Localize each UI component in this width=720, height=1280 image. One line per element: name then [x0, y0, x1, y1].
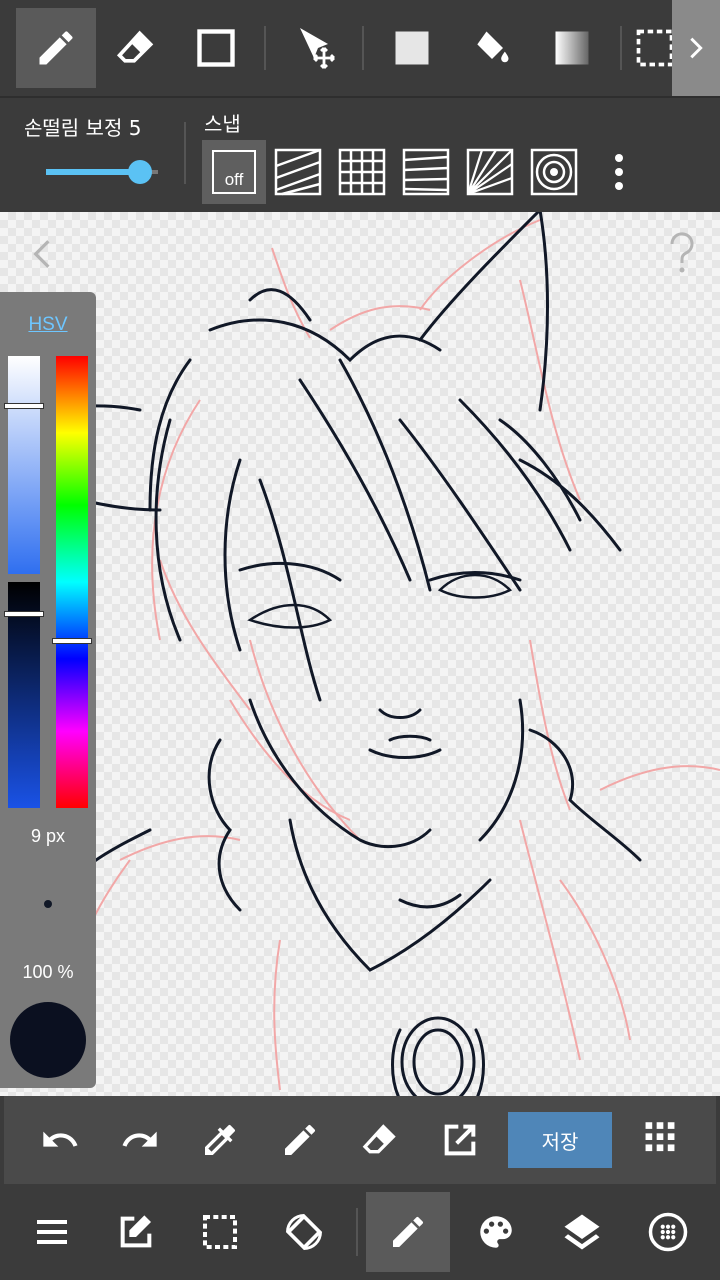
- pen-icon: [285, 1124, 315, 1155]
- action-bar: 저장: [4, 1096, 716, 1184]
- brightness-handle[interactable]: [4, 610, 44, 617]
- material-icon: [648, 1212, 688, 1252]
- saturation-slider[interactable]: [4, 356, 44, 574]
- snap-parallel-button[interactable]: [266, 140, 330, 204]
- rotate-icon: [285, 1213, 323, 1251]
- snap-grid-button[interactable]: [330, 140, 394, 204]
- toolbar-expand-button[interactable]: [672, 0, 720, 96]
- redo-button[interactable]: [112, 1112, 168, 1168]
- main-menu-button[interactable]: [10, 1192, 94, 1272]
- hue-slider[interactable]: [52, 356, 92, 808]
- square-outline-icon: [197, 29, 235, 67]
- snap-radial-button[interactable]: [458, 140, 522, 204]
- eraser-tool-button[interactable]: [96, 8, 176, 88]
- pen-tool-button[interactable]: [16, 8, 96, 88]
- export-button[interactable]: [432, 1112, 488, 1168]
- bottom-navigation: [0, 1184, 720, 1280]
- eraser-quick-button[interactable]: [352, 1112, 408, 1168]
- current-color-swatch[interactable]: [10, 1002, 86, 1078]
- selection-button[interactable]: [178, 1192, 262, 1272]
- eyedropper-icon: [205, 1125, 235, 1155]
- snap-circle-button[interactable]: [522, 140, 586, 204]
- rotate-canvas-button[interactable]: [262, 1192, 346, 1272]
- grid-menu-icon: [645, 1122, 675, 1152]
- stabilizer-slider-knob[interactable]: [127, 160, 152, 184]
- shape-tool-button[interactable]: [176, 8, 256, 88]
- stabilizer-slider[interactable]: [46, 160, 158, 184]
- save-button[interactable]: 저장: [508, 1112, 612, 1168]
- drawing-canvas[interactable]: [0, 212, 720, 1096]
- chevron-left-icon: [33, 240, 50, 268]
- layers-button[interactable]: [540, 1192, 624, 1272]
- hue-handle[interactable]: [52, 637, 92, 644]
- snap-label: 스냅: [204, 112, 241, 136]
- snap-off-button[interactable]: off: [202, 140, 266, 204]
- select-icon: [203, 1215, 237, 1249]
- brush-option-bar: 손떨림 보정 5 스냅 off: [0, 96, 720, 212]
- undo-button[interactable]: [32, 1112, 88, 1168]
- brush-icon: [393, 1216, 423, 1247]
- eraser-icon: [362, 1124, 396, 1154]
- eyedropper-button[interactable]: [192, 1112, 248, 1168]
- move-tool-button[interactable]: [276, 8, 356, 88]
- diagonal-lines-icon: [274, 148, 322, 196]
- dashed-select-icon: [636, 29, 674, 67]
- edit-button[interactable]: [94, 1192, 178, 1272]
- help-button[interactable]: [660, 230, 704, 278]
- bucket-tool-button[interactable]: [452, 8, 532, 88]
- brush-size-preview: [44, 900, 52, 908]
- tool-toolbar: [0, 0, 720, 96]
- export-icon: [444, 1124, 476, 1156]
- options-divider: [184, 122, 186, 184]
- chevron-right-icon: [690, 37, 703, 59]
- brush-size-label[interactable]: 9 px: [0, 826, 96, 847]
- color-mode-toggle[interactable]: HSV: [0, 314, 96, 336]
- more-vertical-icon: [615, 154, 623, 190]
- palette-button[interactable]: [454, 1192, 538, 1272]
- more-options-button[interactable]: [604, 148, 634, 196]
- concentric-circles-icon: [530, 148, 578, 196]
- redo-icon: [122, 1131, 157, 1147]
- gradient-icon: [555, 31, 589, 65]
- menu-icon: [37, 1220, 67, 1244]
- snap-off-text: off: [224, 170, 244, 189]
- question-icon: [670, 232, 694, 273]
- filled-square-icon: [395, 31, 429, 65]
- palette-icon: [480, 1216, 512, 1248]
- paint-bucket-icon: [477, 31, 509, 63]
- canvas-back-button[interactable]: [24, 234, 60, 274]
- edit-icon: [120, 1215, 152, 1248]
- radial-lines-icon: [466, 148, 514, 196]
- gradient-tool-button[interactable]: [532, 8, 612, 88]
- toolbar-divider: [264, 26, 266, 70]
- line-art-drawing: [0, 212, 720, 1096]
- horizontal-lines-icon: [402, 148, 450, 196]
- fill-tool-button[interactable]: [372, 8, 452, 88]
- undo-icon: [43, 1131, 78, 1147]
- snap-perspective-button[interactable]: [394, 140, 458, 204]
- pen-icon: [39, 31, 73, 65]
- opacity-label[interactable]: 100 %: [0, 962, 96, 983]
- eraser-icon: [116, 30, 154, 63]
- grid-icon: [338, 148, 386, 196]
- pen-quick-button[interactable]: [272, 1112, 328, 1168]
- material-button[interactable]: [626, 1192, 710, 1272]
- toolbar-divider: [620, 26, 622, 70]
- toolbar-divider: [362, 26, 364, 70]
- color-panel: HSV 9 px 100 %: [0, 292, 96, 1088]
- grid-menu-button[interactable]: [632, 1112, 688, 1168]
- brightness-slider[interactable]: [4, 582, 44, 808]
- nav-divider: [356, 1208, 358, 1256]
- brush-button[interactable]: [366, 1192, 450, 1272]
- move-cursor-icon: [300, 28, 335, 69]
- saturation-handle[interactable]: [4, 403, 44, 410]
- layers-icon: [564, 1214, 600, 1250]
- stabilizer-label: 손떨림 보정 5: [24, 116, 142, 140]
